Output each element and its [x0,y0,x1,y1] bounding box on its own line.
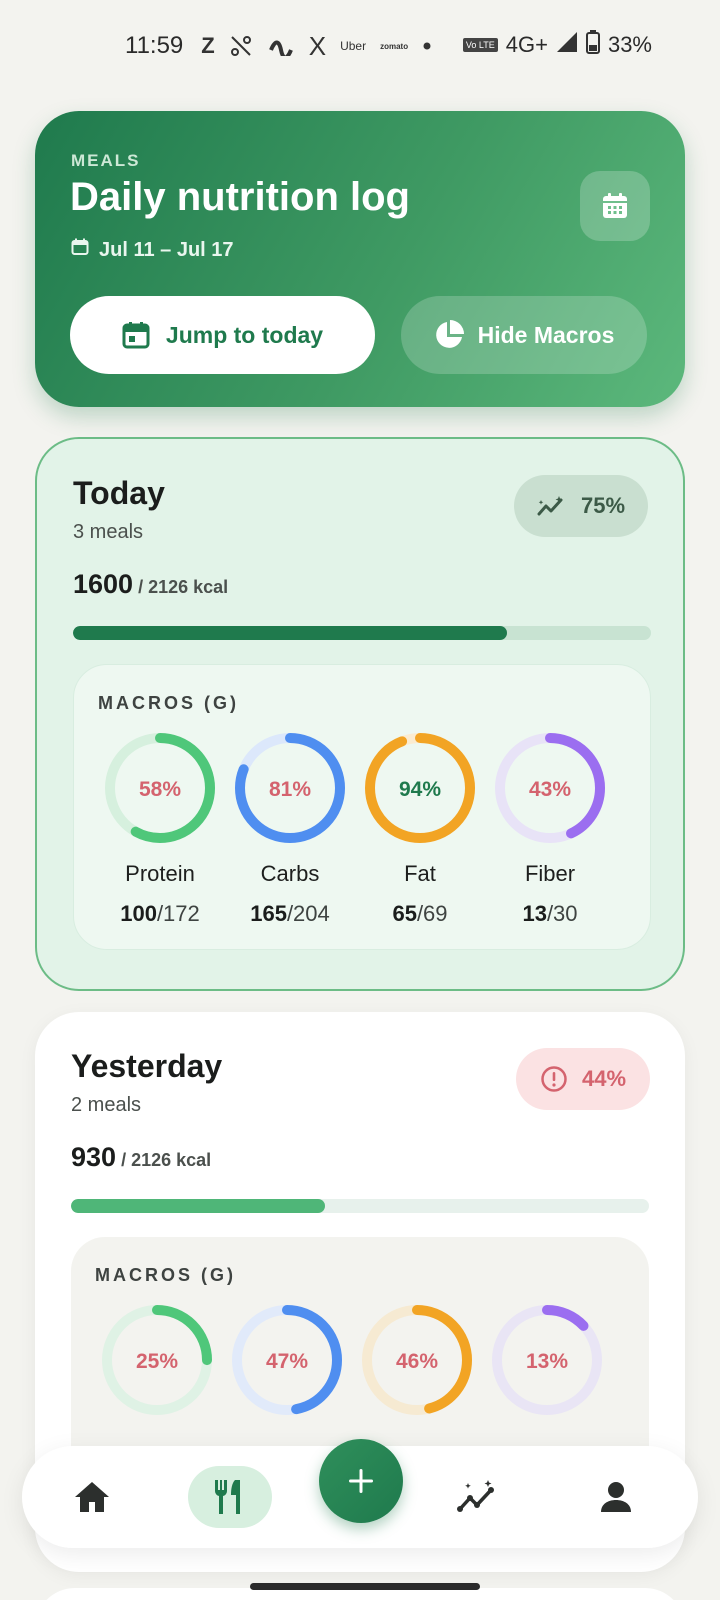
macros-label: MACROS (G) [98,693,239,713]
macro-value: 13/30 [522,901,578,926]
macro-percent: 13% [526,1350,568,1373]
network-type: 4G+ [505,32,548,57]
calorie-summary: 1600 / 2126 kcal [73,569,228,600]
calorie-progress-fill [73,626,507,640]
date-range: Jul 11 – Jul 17 [71,238,234,262]
nav-meals-active-bg [188,1466,272,1528]
fiber-ring: 43% [495,733,605,843]
nav-meals[interactable] [188,1446,272,1548]
calories-consumed: 1600 [73,569,134,599]
insights-icon [457,1480,494,1512]
nav-profile[interactable] [592,1446,640,1548]
progress-badge: 44% [516,1048,650,1110]
day-title: Today [73,475,165,511]
calendar-icon [603,193,627,218]
macro-name: Carbs [260,861,320,886]
macro-fat: 94% Fat 65/69 [355,733,485,927]
calendar-small-icon [71,238,89,262]
macro-name: Fat [404,861,436,886]
trending-sparkle-icon [537,496,563,516]
nav-home[interactable] [60,1446,124,1548]
meal-count: 3 meals [73,521,144,543]
uber-app-icon: Uber [340,39,367,53]
macro-value: 65/69 [392,901,448,926]
status-bar: 11:59 Z X Uber zomato Vo LTE 4G+ 33% [0,0,720,92]
volte-icon: Vo LTE [462,38,498,52]
protein-ring: 25% [102,1305,212,1415]
macro-protein: 25% [92,1305,222,1415]
meal-count: 2 meals [71,1094,142,1116]
signal-icon [556,31,578,59]
macro-fiber: 43% Fiber 13/30 [485,733,615,927]
calorie-goal: / 2126 kcal [138,577,229,597]
alert-circle-icon [541,1066,567,1092]
add-meal-button[interactable] [319,1439,403,1523]
macro-protein: 58% Protein 100/172 [95,733,225,927]
calendar-today-icon [122,322,150,349]
chat-app-icon [267,36,295,56]
calories-consumed: 930 [71,1142,117,1172]
macros-panel: MACROS (G) 58% Protein 100/172 81% Carbs… [73,664,651,950]
calorie-progress-fill [71,1199,326,1213]
section-kicker: MEALS [71,151,141,170]
macro-name: Protein [125,861,195,886]
date-range-text: Jul 11 – Jul 17 [99,238,234,261]
macros-label: MACROS (G) [95,1265,236,1285]
bottom-navigation [22,1439,698,1548]
fat-ring: 94% [365,733,475,843]
battery-level: 33% [607,32,652,57]
calorie-progress-bar [73,626,651,640]
macro-percent: 43% [529,778,571,801]
home-icon [75,1482,109,1512]
fiber-ring: 13% [492,1305,602,1415]
jump-to-today-button[interactable]: Jump to today [70,296,375,374]
profile-icon [601,1482,631,1512]
macro-carbs: 81% Carbs 165/204 [225,733,355,927]
macro-percent: 58% [139,778,181,801]
macro-percent: 46% [396,1350,438,1373]
protein-ring: 58% [105,733,215,843]
macro-percent: 25% [136,1350,178,1373]
zepto-app-icon: Z [201,33,215,58]
carbs-ring: 47% [232,1305,342,1415]
macro-value: 100/172 [120,901,200,926]
macro-fiber: 13% [482,1305,612,1415]
hide-macros-label: Hide Macros [477,321,615,348]
status-time: 11:59 [125,32,184,59]
progress-percent: 75% [580,493,626,518]
progress-badge: 75% [514,475,648,537]
macro-percent: 94% [399,778,441,801]
more-notifications-icon [422,41,432,51]
food-icon [214,1480,240,1514]
macro-value: 165/204 [250,901,330,926]
header-card: MEALS Daily nutrition log Jul 11 – Jul 1… [35,111,685,407]
macro-percent: 47% [266,1350,308,1373]
macro-carbs: 47% [222,1305,352,1415]
macro-percent: 81% [269,778,311,801]
x-app-icon: X [308,30,327,61]
calorie-summary: 930 / 2126 kcal [71,1142,211,1173]
status-right: Vo LTE 4G+ 33% [462,30,652,60]
hide-macros-button[interactable]: Hide Macros [401,296,647,374]
pie-chart-icon [435,320,464,348]
nav-insights[interactable] [452,1446,504,1548]
gesture-home-bar[interactable] [250,1583,480,1590]
day-title: Yesterday [71,1048,223,1084]
page-title: Daily nutrition log [70,175,410,219]
zomato-app-icon: zomato [380,41,409,51]
calendar-button[interactable] [580,171,650,241]
macro-name: Fiber [524,861,576,886]
calorie-goal: / 2126 kcal [121,1150,212,1170]
day-card-today[interactable]: Today 3 meals 1600 / 2126 kcal 75% MACRO… [35,437,685,991]
battery-icon [585,30,600,60]
macro-fat: 46% [352,1305,482,1415]
tools-app-icon [229,34,253,58]
carbs-ring: 81% [235,733,345,843]
calorie-progress-bar [71,1199,649,1213]
progress-percent: 44% [581,1066,627,1091]
add-icon [349,1469,373,1493]
fat-ring: 46% [362,1305,472,1415]
jump-to-today-label: Jump to today [165,321,324,348]
